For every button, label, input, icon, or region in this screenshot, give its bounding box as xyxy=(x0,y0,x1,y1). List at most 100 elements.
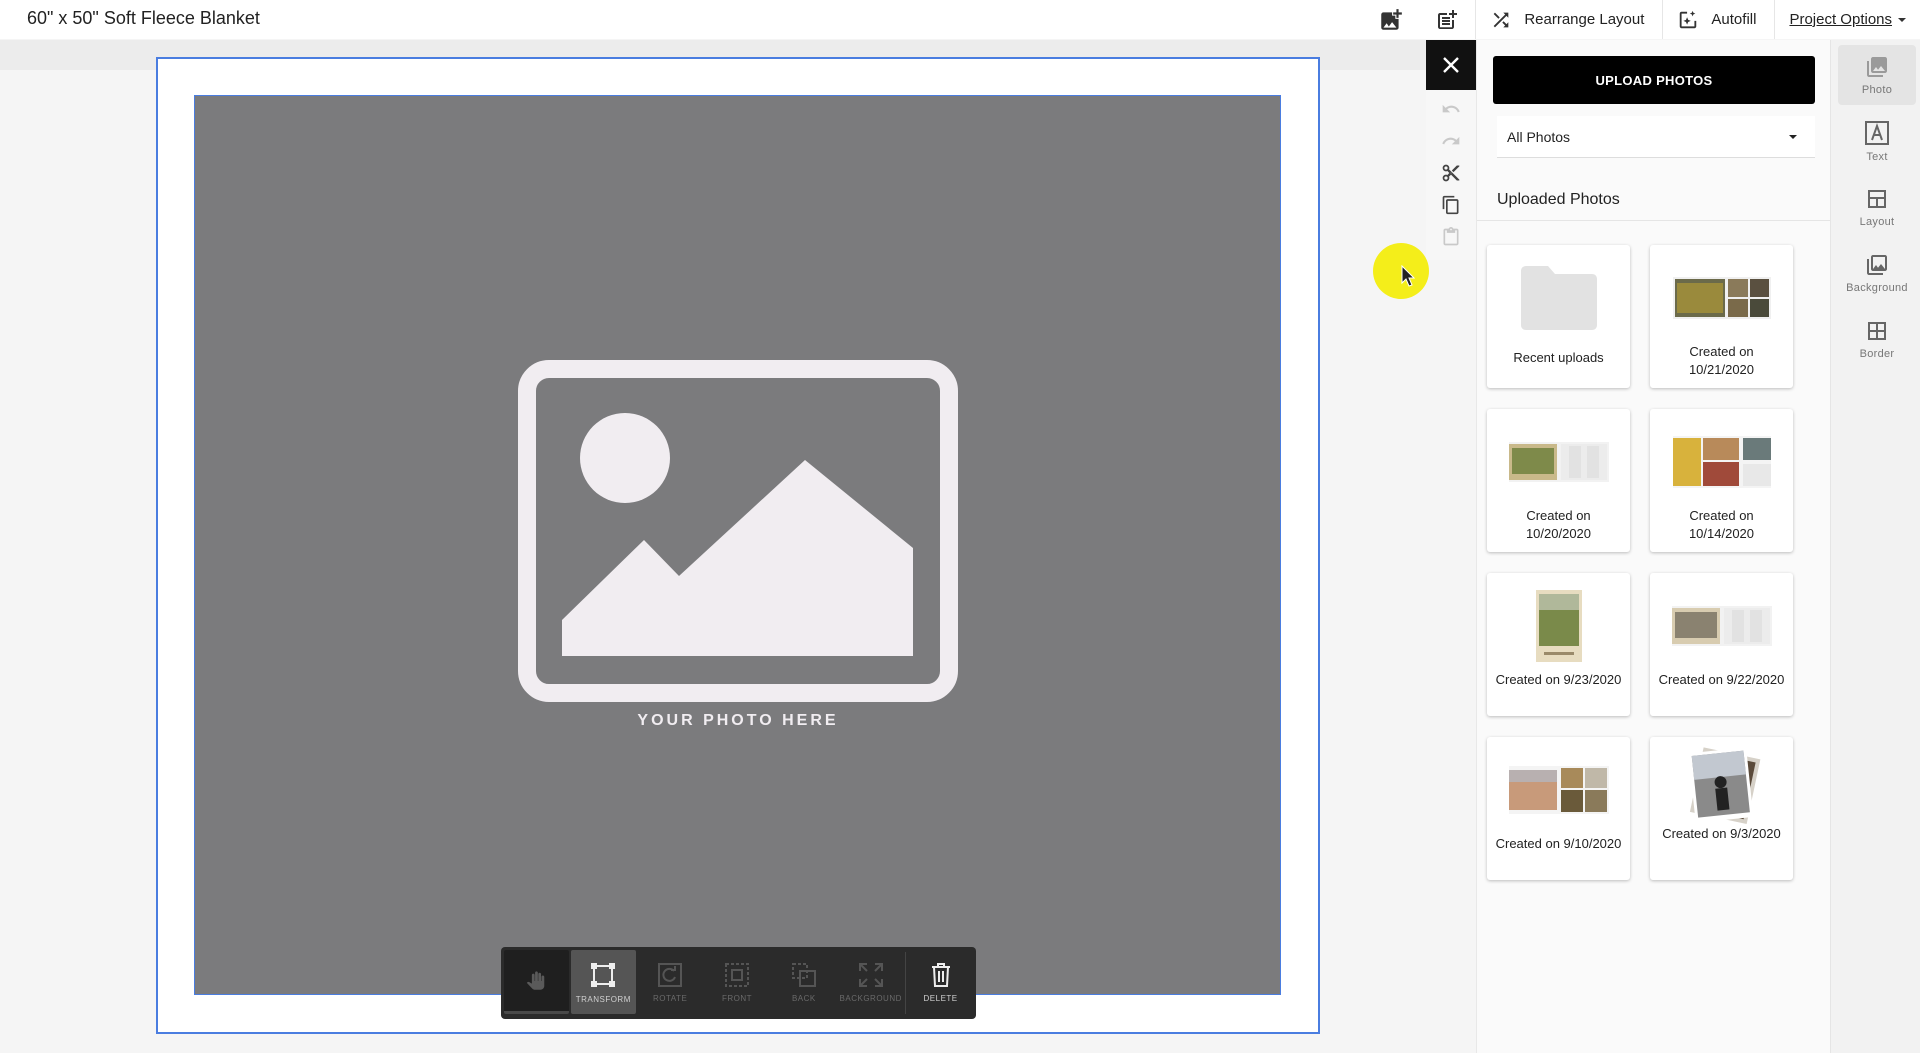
delete-label: DELETE xyxy=(923,993,958,1003)
album-card[interactable]: Created on 10/21/2020 xyxy=(1650,245,1793,388)
rail-label: Border xyxy=(1859,347,1895,360)
photo-collage xyxy=(1508,442,1609,482)
expand-background-icon xyxy=(858,962,883,987)
album-card[interactable]: Created on 10/14/2020 xyxy=(1650,409,1793,552)
album-caption: Created on 10/20/2020 xyxy=(1525,508,1592,541)
paste-button[interactable] xyxy=(1438,224,1464,250)
transform-label: TRANSFORM xyxy=(575,994,631,1004)
rail-item-text[interactable]: Text xyxy=(1838,111,1916,171)
undo-button[interactable] xyxy=(1438,96,1464,122)
top-bar: 60" x 50" Soft Fleece Blanket Rearrange … xyxy=(0,0,1920,39)
rail-label: Text xyxy=(1866,150,1888,163)
photo-stack xyxy=(1687,747,1760,824)
autofill-label: Autofill xyxy=(1711,11,1757,28)
background-tool-button[interactable]: BACKGROUND xyxy=(838,950,903,1014)
rearrange-layout-button[interactable]: Rearrange Layout xyxy=(1476,0,1662,39)
bring-front-tool-button[interactable]: FRONT xyxy=(705,950,770,1014)
divider xyxy=(1477,220,1831,221)
album-thumbnail xyxy=(1517,263,1601,333)
photo-single xyxy=(1535,590,1582,662)
toolbar-divider xyxy=(905,952,907,1014)
pan-tool-button[interactable] xyxy=(504,950,569,1014)
album-card[interactable]: Created on 9/22/2020 xyxy=(1650,573,1793,716)
photo-icon xyxy=(1867,56,1887,77)
side-rail: Photo Text Layout Background Border xyxy=(1830,40,1920,1053)
uploaded-photos-heading: Uploaded Photos xyxy=(1497,191,1620,208)
shuffle-icon xyxy=(1493,12,1509,27)
add-page-icon xyxy=(1438,9,1458,29)
album-card[interactable]: Created on 9/23/2020 xyxy=(1487,573,1630,716)
album-card[interactable]: Recent uploads xyxy=(1487,245,1630,388)
send-back-tool-button[interactable]: BACK xyxy=(771,950,836,1014)
rail-label: Layout xyxy=(1859,215,1895,228)
add-photo-icon xyxy=(1381,8,1403,30)
album-thumbnail xyxy=(1672,263,1771,333)
back-label: BACK xyxy=(791,993,816,1003)
project-options-menu[interactable]: Project Options xyxy=(1775,0,1920,39)
album-thumbnail xyxy=(1671,591,1772,661)
background-icon xyxy=(1867,254,1887,275)
photo-filter-select[interactable]: All Photos xyxy=(1497,116,1815,158)
cut-button[interactable] xyxy=(1438,160,1464,186)
copy-button[interactable] xyxy=(1438,192,1464,218)
rotate-icon xyxy=(658,962,683,987)
album-thumbnail xyxy=(1535,590,1582,662)
rail-item-background[interactable]: Background xyxy=(1838,243,1916,303)
rail-item-layout[interactable]: Layout xyxy=(1838,177,1916,237)
album-caption: Created on 9/22/2020 xyxy=(1658,672,1785,687)
album-caption: Created on 9/3/2020 xyxy=(1662,826,1781,841)
photo-collage xyxy=(1672,277,1771,319)
photo-collage xyxy=(1508,766,1609,814)
photo-collage xyxy=(1671,606,1772,646)
rearrange-layout-label: Rearrange Layout xyxy=(1524,11,1645,28)
border-icon xyxy=(1868,321,1886,340)
photo-collage xyxy=(1672,436,1771,488)
copy-icon xyxy=(1442,195,1459,215)
close-icon xyxy=(1443,57,1459,73)
scissors-icon xyxy=(1442,164,1460,182)
album-thumbnail xyxy=(1508,755,1609,825)
delete-tool-button[interactable]: DELETE xyxy=(908,950,973,1014)
album-caption: Recent uploads xyxy=(1513,350,1604,365)
album-card[interactable]: Created on 10/20/2020 xyxy=(1487,409,1630,552)
autofill-button[interactable]: Autofill xyxy=(1663,0,1774,39)
transform-tool-button[interactable]: TRANSFORM xyxy=(570,950,636,1014)
album-thumbnail xyxy=(1672,427,1771,497)
rail-label: Background xyxy=(1846,281,1908,294)
close-panel-button[interactable] xyxy=(1426,40,1476,90)
upload-photos-button[interactable]: UPLOAD PHOTOS xyxy=(1493,56,1815,104)
rail-item-border[interactable]: Border xyxy=(1838,309,1916,369)
album-caption: Created on 10/14/2020 xyxy=(1688,508,1755,541)
project-options-label: Project Options xyxy=(1789,11,1892,28)
rotate-tool-button[interactable]: ROTATE xyxy=(638,950,703,1014)
album-card[interactable]: Created on 9/3/2020 xyxy=(1650,737,1793,880)
redo-icon xyxy=(1442,136,1460,145)
caret-down-icon xyxy=(1898,17,1906,22)
send-back-icon xyxy=(791,962,816,987)
placeholder-caption: YOUR PHOTO HERE xyxy=(637,712,839,729)
element-toolbar: TRANSFORM ROTATE FRONT BACK BACKGROUND D… xyxy=(501,947,976,1019)
background-label: BACKGROUND xyxy=(839,993,902,1003)
album-caption: Created on 10/21/2020 xyxy=(1688,344,1755,377)
add-photo-button[interactable] xyxy=(1363,0,1419,39)
redo-button[interactable] xyxy=(1438,128,1464,154)
top-actions: Rearrange Layout Autofill Project Option… xyxy=(1363,0,1920,39)
rail-item-photo[interactable]: Photo xyxy=(1838,45,1916,105)
photo-filter-value: All Photos xyxy=(1507,128,1571,145)
undo-icon xyxy=(1442,104,1460,113)
bring-front-icon xyxy=(725,962,749,987)
hand-icon xyxy=(527,970,545,990)
project-title: 60" x 50" Soft Fleece Blanket xyxy=(27,8,260,28)
album-card[interactable]: Created on 9/10/2020 xyxy=(1487,737,1630,880)
album-caption: Created on 9/23/2020 xyxy=(1495,672,1622,687)
album-caption: Created on 9/10/2020 xyxy=(1495,836,1622,851)
rotate-label: ROTATE xyxy=(653,993,688,1003)
folder-icon xyxy=(1520,266,1597,330)
album-thumbnail xyxy=(1678,747,1766,824)
text-icon xyxy=(1865,120,1889,145)
caret-down-icon xyxy=(1789,134,1797,139)
add-page-button[interactable] xyxy=(1419,0,1475,39)
paste-icon xyxy=(1443,227,1459,246)
autofill-icon xyxy=(1680,10,1697,28)
trash-icon xyxy=(931,962,950,987)
